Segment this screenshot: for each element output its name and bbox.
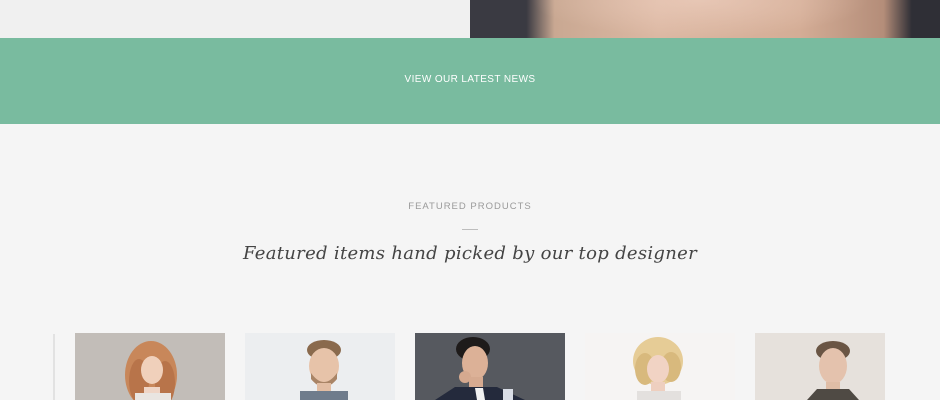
product-carousel [0,333,940,400]
latest-news-banner: VIEW OUR LATEST NEWS [0,38,940,124]
man-short-hair-photo [755,333,885,400]
hero-model-photo [470,0,940,38]
product-card[interactable] [755,333,885,400]
hero-image-strip [0,0,940,38]
man-smiling-photo [245,333,395,400]
woman-curly-hair-photo [75,333,225,400]
featured-products-heading: Featured items hand picked by our top de… [242,243,698,264]
view-latest-news-link[interactable]: VIEW OUR LATEST NEWS [0,38,940,124]
hero-left-panel [0,0,470,38]
featured-products-eyebrow: FEATURED PRODUCTS [408,201,532,212]
product-card[interactable] [415,333,565,400]
woman-blonde-bob-photo [585,333,735,400]
product-card[interactable] [245,333,395,400]
product-card[interactable] [585,333,735,400]
product-card[interactable] [75,333,225,400]
section-divider [462,229,478,230]
man-dark-jacket-photo [415,333,565,400]
